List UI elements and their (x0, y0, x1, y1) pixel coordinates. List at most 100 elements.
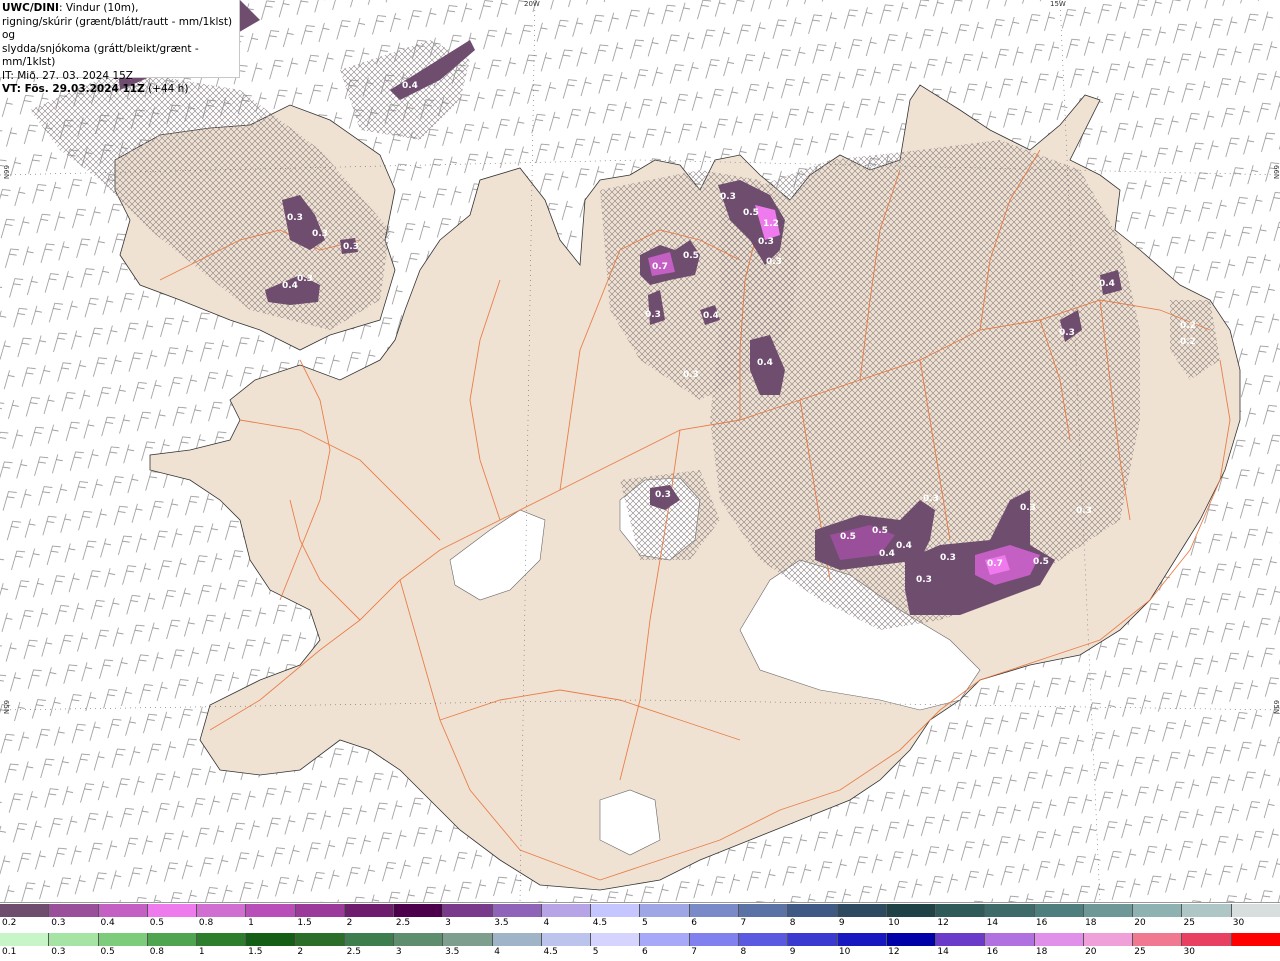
legend-swatch (837, 933, 887, 946)
header-line2: rigning/skúrir (grænt/blátt/rautt - mm/1… (2, 15, 233, 42)
rain-color-bar (0, 933, 1280, 946)
legend-swatch (936, 933, 986, 946)
legend-label: 4 (543, 918, 550, 928)
map-value-label: 0.3 (343, 242, 359, 252)
legend-swatch (49, 933, 99, 946)
legend-swatch (1182, 904, 1232, 917)
rain-legend-labels: 0.1 0.3 0.5 0.8 1 1.5 2 2.5 3 3.5 4 4.5 5 6 7 8 9 10 12 14 1… (0, 947, 1280, 959)
legend-swatch (886, 904, 937, 917)
legend-swatch (246, 904, 296, 917)
map-value-label: 0.3 (758, 237, 774, 247)
weather-map: 0.4 0.3 0.3 0.3 0.4 0.3 0.7 0.5 0.3 0.4 … (0, 0, 1280, 903)
legend-swatch (985, 933, 1035, 946)
map-value-label: 0.7 (652, 262, 668, 272)
legend-label: 0.4 (100, 918, 115, 928)
legend-label: 20 (1085, 947, 1097, 957)
legend-swatch (98, 904, 148, 917)
legend-label: 5 (642, 918, 648, 928)
legend-label: 10 (838, 947, 851, 957)
legend-swatch (640, 904, 690, 917)
map-value-label: 0.3 (766, 257, 782, 267)
legend-swatch (98, 933, 148, 946)
map-value-label: 0.3 (312, 229, 328, 239)
legend-label: 6 (642, 947, 648, 957)
legend-swatch (147, 904, 198, 917)
legend-label: 14 (937, 947, 949, 957)
legend-swatch (591, 933, 641, 946)
legend-label: 16 (986, 947, 999, 957)
legend-label: 10 (888, 918, 900, 928)
map-value-label: 0.3 (940, 553, 956, 563)
legend-label: 4.5 (543, 947, 558, 957)
legend-swatch (1133, 933, 1183, 946)
legend-swatch (738, 904, 789, 917)
legend-label: 4.5 (592, 918, 608, 928)
legend-label: 8 (740, 947, 747, 957)
legend-swatch (689, 933, 739, 946)
map-value-label: 0.4 (879, 549, 895, 559)
map-value-label: 0.4 (402, 81, 418, 91)
grid-label-right-65n: 65N (1272, 700, 1280, 715)
legend-swatch (936, 904, 986, 917)
legend-swatch (197, 904, 247, 917)
map-value-label: 0.7 (987, 559, 1003, 569)
grid-label-20w: 20W (524, 0, 540, 8)
legend-label: 12 (937, 918, 949, 928)
legend-swatch (49, 904, 99, 917)
grid-label-left-65n: 65N (2, 700, 10, 715)
legend-label: 9 (838, 918, 845, 928)
legend-label: 0.8 (198, 918, 214, 928)
legend-swatch (1083, 904, 1134, 917)
legend-label: 3 (395, 947, 402, 957)
legend-label: 7 (691, 947, 697, 957)
legend-label: 30 (1232, 918, 1245, 928)
legend-label: 9 (789, 947, 796, 957)
map-value-label: 0.5 (872, 526, 888, 536)
legend-label: 1 (198, 947, 205, 957)
map-value-label: 0.4 (282, 281, 298, 291)
legend-swatch (492, 933, 542, 946)
map-value-label: 0.3 (923, 494, 939, 504)
grid-label-15w: 15W (1050, 0, 1066, 8)
legend-swatch (0, 904, 50, 917)
legend-label: 3.5 (445, 947, 460, 957)
legend-swatch (640, 933, 690, 946)
map-value-label: 0.5 (840, 532, 856, 542)
legend-label: 1.5 (248, 947, 263, 957)
legend-swatch (295, 904, 345, 917)
legend-label: 12 (888, 947, 900, 957)
legend-label: 4 (494, 947, 501, 957)
map-value-label: 0.5 (683, 251, 699, 261)
map-header: UWC/DINI: Vindur (10m), rigning/skúrir (… (0, 0, 240, 95)
legend-swatch (246, 933, 296, 946)
legend-label: 25 (1183, 918, 1195, 928)
map-value-label: 0.2 (1180, 337, 1196, 347)
map-value-label: 0.4 (703, 311, 719, 321)
legend-swatch (443, 933, 493, 946)
legend: 0.2 0.3 0.4 0.5 0.8 1 1.5 2 2.5 3 3.5 4 4.5 5 6 7 8 9 10 12… (0, 902, 1280, 961)
legend-swatch (1182, 933, 1232, 946)
legend-swatch (344, 904, 395, 917)
legend-label: 2 (346, 918, 353, 928)
legend-label: 8 (789, 918, 796, 928)
legend-swatch (1083, 933, 1134, 946)
legend-swatch (394, 904, 444, 917)
legend-label: 30 (1183, 947, 1195, 957)
map-value-label: 0.5 (1033, 557, 1049, 567)
legend-swatch (837, 904, 887, 917)
map-value-label: 0.3 (297, 274, 313, 284)
map-value-label: 0.3 (655, 490, 671, 500)
map-value-label: 0.3 (683, 370, 699, 380)
map-value-label: 0.3 (720, 192, 736, 202)
legend-label: 20 (1134, 918, 1146, 928)
map-value-label: 0.3 (1020, 503, 1036, 513)
grid-label-right-66n: 66N (1272, 165, 1280, 180)
legend-label: 0.8 (149, 947, 165, 957)
init-time: IT: Mið. 27. 03. 2024 15Z (2, 69, 133, 82)
grid-label-left-66n: 66N (2, 165, 10, 180)
legend-label: 5 (592, 947, 599, 957)
map-value-label: 0.4 (757, 358, 773, 368)
map-value-label: 0.3 (916, 575, 932, 585)
legend-swatch (788, 904, 838, 917)
legend-swatch (689, 904, 739, 917)
